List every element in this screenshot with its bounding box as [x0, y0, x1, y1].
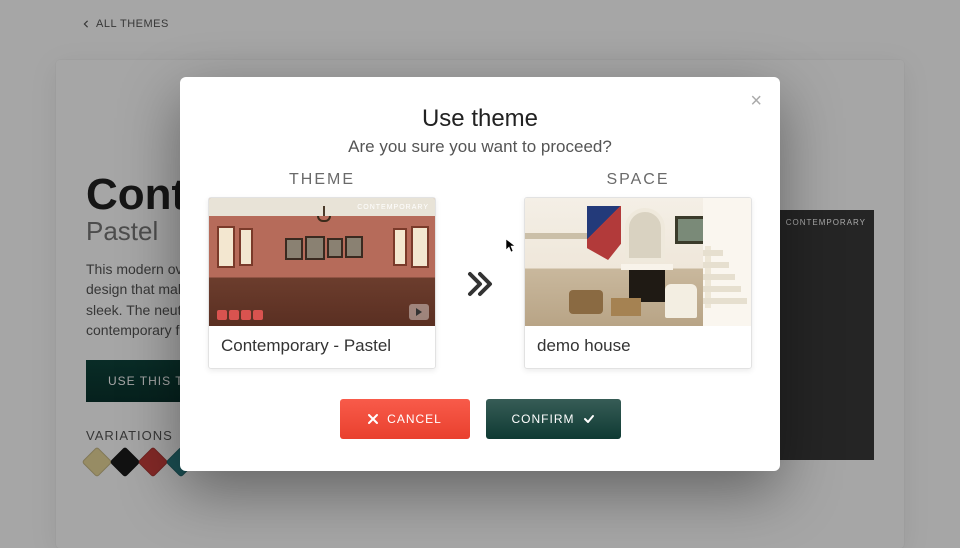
cancel-button-label: CANCEL — [387, 412, 442, 426]
theme-thumbnail-tag: CONTEMPORARY — [357, 204, 429, 211]
modal-columns: THEME CONTEMPORARY — [216, 171, 744, 369]
modal-title: Use theme — [216, 105, 744, 133]
space-card: demo house — [524, 197, 752, 369]
use-theme-modal: × Use theme Are you sure you want to pro… — [180, 77, 780, 471]
close-icon[interactable]: × — [750, 91, 762, 111]
arrow-right-icon — [464, 268, 496, 300]
modal-overlay: × Use theme Are you sure you want to pro… — [0, 0, 960, 548]
theme-card-label: Contemporary - Pastel — [209, 326, 435, 368]
cancel-button[interactable]: CANCEL — [340, 399, 470, 439]
play-icon[interactable] — [409, 304, 429, 320]
confirm-button[interactable]: CONFIRM — [486, 399, 621, 439]
confirm-button-label: CONFIRM — [512, 412, 575, 426]
theme-card: CONTEMPORARY Contemporary - Pastel — [208, 197, 436, 369]
space-thumbnail — [525, 198, 752, 326]
theme-thumbnail: CONTEMPORARY — [209, 198, 436, 326]
space-column-label: SPACE — [606, 171, 669, 189]
check-icon — [583, 413, 595, 425]
theme-column: THEME CONTEMPORARY — [208, 171, 436, 369]
theme-column-label: THEME — [289, 171, 355, 189]
x-icon — [367, 413, 379, 425]
space-column: SPACE — [524, 171, 752, 369]
thumbnail-toolbar-icons — [217, 310, 263, 320]
modal-subtitle: Are you sure you want to proceed? — [216, 137, 744, 157]
modal-actions: CANCEL CONFIRM — [216, 399, 744, 439]
space-card-label: demo house — [525, 326, 751, 368]
